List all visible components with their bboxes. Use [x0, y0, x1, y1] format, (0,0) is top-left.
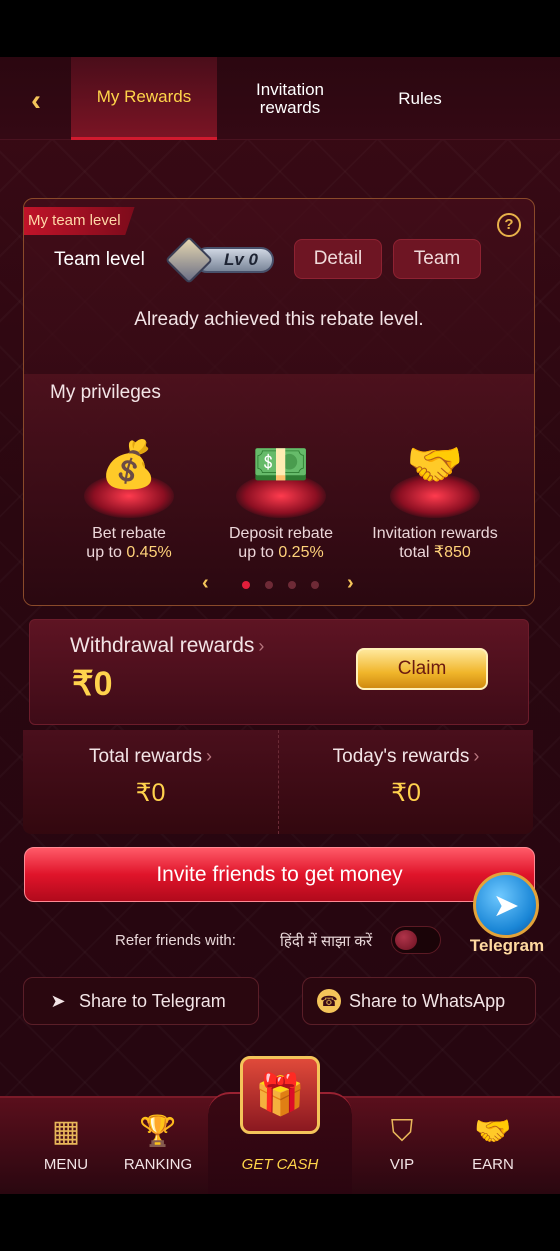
refer-language-row: Refer friends with: हिंदी में साझा करें — [0, 926, 560, 956]
privileges-pager: ‹ › — [24, 572, 534, 595]
nav-get-cash[interactable]: 🎁 GET CASH — [208, 1056, 352, 1194]
invite-friends-button[interactable]: Invite friends to get money — [24, 847, 535, 902]
privilege-value-line: up to 0.25% — [206, 543, 356, 562]
level-badge: Lv 0 — [164, 235, 276, 285]
chevron-right-icon[interactable]: › — [347, 572, 354, 595]
todays-rewards[interactable]: Today's rewards › ₹0 — [278, 730, 533, 834]
back-arrow-icon[interactable]: ‹ — [18, 83, 54, 119]
team-button[interactable]: Team — [393, 239, 481, 279]
nav-ranking-label: RANKING — [123, 1156, 193, 1173]
nav-menu[interactable]: ▦ MENU — [21, 1112, 111, 1173]
privilege-value-prefix: up to — [86, 544, 127, 561]
rebate-status-text: Already achieved this rebate level. — [134, 309, 424, 330]
privilege-item[interactable]: 💵 Deposit rebate up to 0.25% — [206, 434, 356, 562]
privilege-item[interactable]: 💰 Bet rebate up to 0.45% — [54, 434, 204, 562]
pager-dot[interactable] — [265, 581, 273, 589]
share-whatsapp-label: Share to WhatsApp — [349, 991, 506, 1011]
chevron-right-icon: › — [258, 636, 265, 656]
team-level-card: My team level ? Team level Lv 0 Detail T… — [23, 198, 535, 606]
privilege-value-prefix: total — [399, 544, 434, 561]
privilege-item[interactable]: 🤝 Invitation rewards total ₹850 — [360, 434, 510, 562]
withdrawal-amount: ₹0 — [72, 665, 113, 703]
team-level-label: Team level — [54, 249, 145, 270]
handshake-icon: 🤝 — [474, 1115, 512, 1148]
privilege-label: Bet rebate — [92, 525, 166, 542]
total-rewards-value: ₹0 — [135, 779, 166, 807]
rewards-screen: ‹ My Rewards Invitation rewards Rules My… — [0, 57, 560, 1194]
privilege-value: 0.25% — [278, 544, 324, 561]
tab-my-rewards[interactable]: My Rewards — [71, 57, 217, 140]
bottom-navigation: ▦ MENU 🏆 RANKING 🎁 GET CASH ⛉ VIP 🤝 EARN — [0, 1056, 560, 1194]
privilege-value-line: up to 0.45% — [54, 543, 204, 562]
privilege-label: Deposit rebate — [228, 525, 334, 542]
nav-vip[interactable]: ⛉ VIP — [357, 1112, 447, 1173]
pager-dot[interactable] — [311, 581, 319, 589]
share-telegram-button[interactable]: ➤ Share to Telegram — [23, 977, 259, 1025]
cash-chest-icon: 💵 — [252, 438, 310, 490]
nav-ranking[interactable]: 🏆 RANKING — [113, 1112, 203, 1173]
treasure-chest-icon: 🎁 — [240, 1056, 320, 1134]
hindi-share-toggle[interactable] — [391, 926, 441, 954]
trophy-icon: 🏆 — [139, 1115, 177, 1148]
privilege-value-prefix: up to — [238, 544, 279, 561]
todays-rewards-value: ₹0 — [391, 779, 421, 807]
rewards-summary: Total rewards › ₹0 Today's rewards › ₹0 — [23, 730, 533, 834]
nav-earn-label: EARN — [472, 1156, 514, 1173]
claim-button[interactable]: Claim — [356, 648, 488, 690]
total-rewards-label-line: Total rewards › — [23, 746, 278, 768]
privileges-section: My privileges 💰 Bet rebate up to 0.45% 💵… — [24, 374, 534, 605]
chevron-right-icon: › — [473, 746, 480, 766]
privilege-value-line: total ₹850 — [360, 543, 510, 562]
refer-language: हिंदी में साझा करें — [280, 933, 373, 950]
todays-rewards-label-line: Today's rewards › — [279, 746, 533, 768]
privilege-label: Invitation rewards — [372, 525, 498, 542]
question-mark-icon[interactable]: ? — [497, 213, 521, 237]
top-header: ‹ My Rewards Invitation rewards Rules — [0, 57, 560, 140]
pager-dot[interactable] — [288, 581, 296, 589]
privilege-image: 💰 — [54, 434, 204, 524]
privilege-image: 🤝 — [360, 434, 510, 524]
total-rewards-label: Total rewards — [89, 746, 202, 767]
paper-plane-icon: ➤ — [50, 991, 66, 1011]
menu-grid-icon: ▦ — [51, 1115, 81, 1148]
withdrawal-rewards-panel: Withdrawal rewards › ₹0 Claim — [29, 619, 529, 725]
tab-invitation-rewards[interactable]: Invitation rewards — [230, 57, 350, 140]
level-gem-icon — [164, 235, 214, 285]
toggle-knob — [395, 930, 417, 950]
nav-get-cash-label: GET CASH — [241, 1156, 319, 1173]
privilege-value: 0.45% — [126, 544, 172, 561]
nav-menu-label: MENU — [43, 1156, 89, 1173]
share-whatsapp-button[interactable]: ☎ Share to WhatsApp — [302, 977, 536, 1025]
detail-button[interactable]: Detail — [294, 239, 382, 279]
nav-earn[interactable]: 🤝 EARN — [448, 1112, 538, 1173]
coins-gems-icon: 💰 — [100, 438, 158, 490]
handshake-icon: 🤝 — [406, 438, 464, 490]
privilege-value: ₹850 — [433, 544, 471, 561]
withdrawal-rewards-label: Withdrawal rewards — [70, 634, 255, 657]
refer-label: Refer friends with: — [115, 932, 236, 949]
whatsapp-icon: ☎ — [317, 989, 341, 1013]
card-ribbon: My team level — [24, 207, 135, 235]
withdrawal-rewards-link[interactable]: Withdrawal rewards › — [70, 634, 264, 658]
todays-rewards-label: Today's rewards — [332, 746, 470, 767]
pager-dot[interactable] — [242, 581, 250, 589]
privilege-image: 💵 — [206, 434, 356, 524]
total-rewards[interactable]: Total rewards › ₹0 — [23, 730, 278, 834]
chevron-right-icon: › — [206, 746, 212, 766]
vip-shield-icon: ⛉ — [390, 1115, 414, 1148]
privileges-title: My privileges — [50, 382, 161, 403]
nav-vip-label: VIP — [389, 1156, 415, 1173]
tab-rules[interactable]: Rules — [370, 57, 470, 140]
chevron-left-icon[interactable]: ‹ — [202, 572, 209, 595]
share-telegram-label: Share to Telegram — [79, 991, 226, 1011]
